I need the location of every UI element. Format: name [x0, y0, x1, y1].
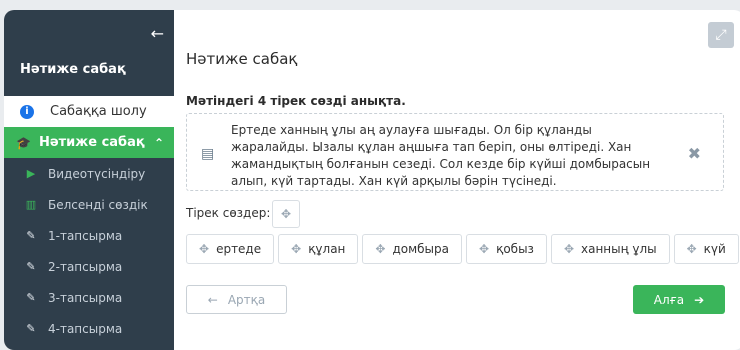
sidebar-item-label: 4-тапсырма [48, 321, 123, 336]
move-icon: ✥ [479, 242, 490, 256]
sidebar-item-label: 2-тапсырма [48, 259, 123, 274]
sidebar-item-label: 3-тапсырма [48, 290, 123, 305]
sidebar-item-label: 1-тапсырма [48, 228, 123, 243]
book-icon: ▤ [201, 146, 215, 162]
sidebar-item-task-3[interactable]: ✎ 3-тапсырма [4, 282, 174, 313]
play-icon: ▶ [26, 167, 36, 180]
app-window: ← Нәтиже сабақ i Сабаққа шолу 🎓 Нәтиже с… [4, 10, 740, 350]
chip-label: күй [703, 242, 726, 256]
close-icon[interactable]: ✖ [688, 144, 701, 163]
sidebar-item-video[interactable]: ▶ Видеотүсіндіру [4, 158, 174, 189]
sidebar-item-task-1[interactable]: ✎ 1-тапсырма [4, 220, 174, 251]
passage-box: ▤ Ертеде ханның ұлы аң аулауға шығады. О… [186, 113, 724, 191]
keyword-chip[interactable]: ✥ ертеде [186, 234, 275, 264]
sidebar-item-label: Сабаққа шолу [50, 104, 147, 119]
keyword-chip[interactable]: ✥ құлан [278, 234, 359, 264]
chip-label: домбыра [392, 242, 450, 256]
page-title: Нәтиже сабақ [186, 50, 298, 68]
next-button-label: Алға [653, 292, 685, 307]
sidebar-item-label: Нәтиже сабақ [38, 135, 145, 150]
keyword-chip[interactable]: ✥ күй [673, 234, 739, 264]
keyword-drop-slot[interactable]: ✥ [272, 200, 300, 228]
chip-label: қобыз [496, 242, 534, 256]
sidebar: ← Нәтиже сабақ i Сабаққа шолу 🎓 Нәтиже с… [4, 10, 174, 350]
keyword-chip[interactable]: ✥ қобыз [466, 234, 547, 264]
info-icon: i [20, 104, 34, 119]
move-icon: ✥ [199, 242, 210, 256]
sidebar-item-label: Видеотүсіндіру [48, 166, 146, 181]
edit-icon: ✎ [26, 322, 36, 335]
sidebar-item-task-2[interactable]: ✎ 2-тапсырма [4, 251, 174, 282]
next-button[interactable]: Алға ➔ [633, 285, 725, 314]
chip-label: құлан [308, 242, 346, 256]
chip-label: ханның ұлы [581, 242, 657, 256]
keywords-label: Тірек сөздер: [186, 206, 271, 220]
edit-icon: ✎ [26, 260, 36, 273]
move-icon: ✥ [291, 242, 302, 256]
sidebar-item-label: Белсенді сөздік [48, 197, 148, 212]
move-icon: ✥ [563, 242, 574, 256]
passage-text: Ертеде ханның ұлы аң аулауға шығады. Ол … [231, 123, 651, 188]
sidebar-item-task-4[interactable]: ✎ 4-тапсырма [4, 313, 174, 344]
keyword-chip[interactable]: ✥ домбыра [362, 234, 463, 264]
task-title: Мәтіндегі 4 тірек сөзді анықта. [186, 94, 406, 108]
sidebar-item-overview[interactable]: i Сабаққа шолу [4, 96, 174, 127]
move-icon: ✥ [375, 242, 386, 256]
move-icon: ✥ [686, 242, 697, 256]
book-icon: ▥ [25, 198, 37, 211]
keyword-chip[interactable]: ✥ ханның ұлы [550, 234, 670, 264]
back-button-label: Артқа [227, 292, 266, 307]
edit-icon: ✎ [26, 229, 36, 242]
chevron-up-icon: ⌃ [153, 135, 164, 150]
edit-icon: ✎ [26, 291, 36, 304]
sidebar-item-result-lesson[interactable]: 🎓 Нәтиже сабақ ⌃ [4, 127, 174, 158]
sidebar-item-vocabulary[interactable]: ▥ Белсенді сөздік [4, 189, 174, 220]
chip-label: ертеде [216, 242, 262, 256]
back-arrow-icon[interactable]: ← [151, 24, 164, 43]
keyword-chips: ✥ ертеде ✥ құлан ✥ домбыра ✥ қобыз ✥ ханның ұ… [186, 234, 739, 264]
sidebar-title: Нәтиже сабақ [20, 62, 126, 77]
arrow-right-icon: ➔ [694, 292, 705, 307]
expand-icon[interactable]: ⤢ [708, 22, 734, 48]
back-button[interactable]: ← Артқа [186, 285, 287, 314]
main-content: ⤢ Нәтиже сабақ Мәтіндегі 4 тірек сөзді а… [174, 10, 740, 350]
arrow-left-icon: ← [207, 292, 218, 307]
graduation-cap-icon: 🎓 [16, 135, 31, 150]
